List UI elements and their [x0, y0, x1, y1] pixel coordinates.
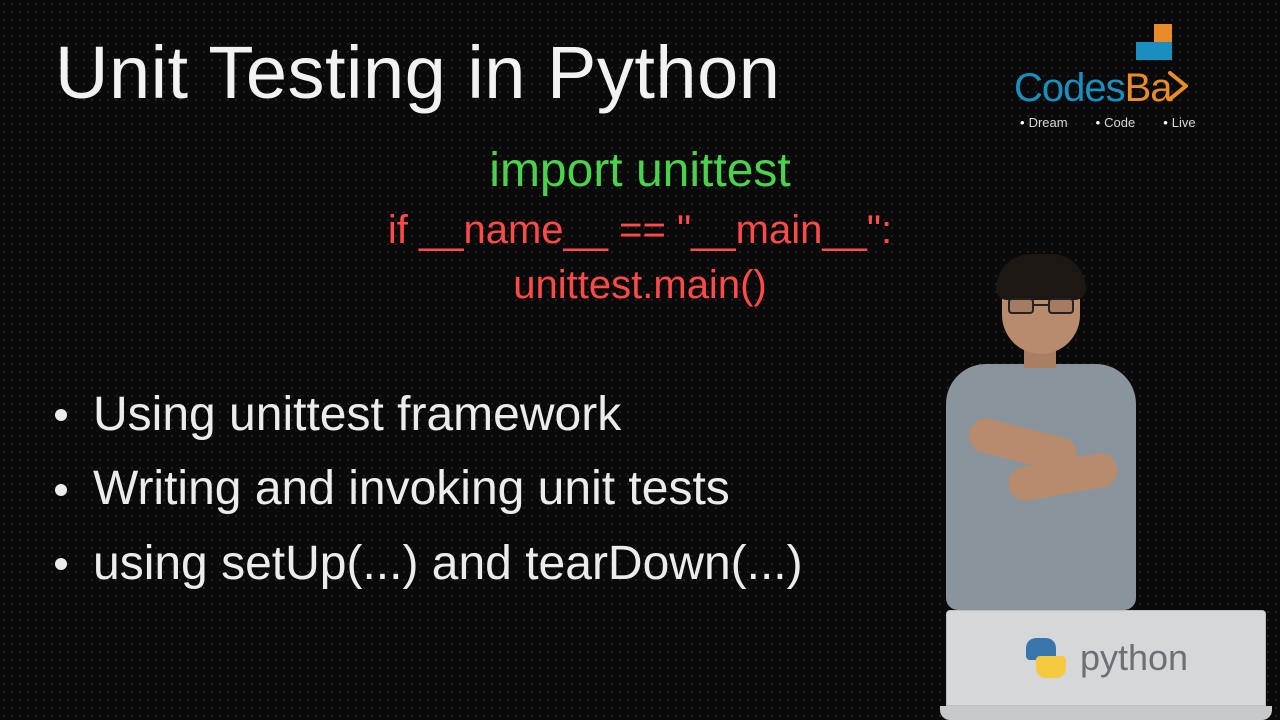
bullet-item: using setUp(...) and tearDown(...): [55, 527, 803, 601]
logo-wordmark: CodesBa: [1014, 66, 1254, 111]
python-label: python: [1024, 636, 1188, 680]
codesbay-logo: CodesBa Dream Code Live: [1014, 30, 1254, 130]
slide-title: Unit Testing in Python: [55, 30, 780, 115]
bullet-text: Using unittest framework: [93, 378, 621, 452]
logo-taglines: Dream Code Live: [1014, 115, 1254, 130]
bullet-text: Writing and invoking unit tests: [93, 452, 730, 526]
bullet-item: Writing and invoking unit tests: [55, 452, 803, 526]
code-main-guard: if __name__ == "__main__":: [388, 208, 892, 253]
bullet-dot-icon: [55, 409, 67, 421]
logo-tagline: Dream: [1020, 115, 1068, 130]
logo-caret-icon: [1166, 66, 1192, 111]
presenter-figure: [928, 260, 1148, 630]
bullet-dot-icon: [55, 558, 67, 570]
bullet-text: using setUp(...) and tearDown(...): [93, 527, 803, 601]
logo-tagline: Live: [1163, 115, 1195, 130]
bullet-dot-icon: [55, 484, 67, 496]
python-logo-icon: [1024, 636, 1068, 680]
logo-tagline: Code: [1096, 115, 1136, 130]
code-import-line: import unittest: [489, 143, 790, 198]
bullet-item: Using unittest framework: [55, 378, 803, 452]
python-text: python: [1080, 637, 1188, 679]
logo-part2: Ba: [1125, 66, 1172, 110]
glasses-icon: [1008, 298, 1074, 314]
laptop: python: [946, 610, 1266, 720]
bullet-list: Using unittest framework Writing and inv…: [55, 378, 803, 601]
code-main-call: unittest.main(): [513, 263, 766, 308]
logo-part1: Codes: [1014, 66, 1125, 110]
